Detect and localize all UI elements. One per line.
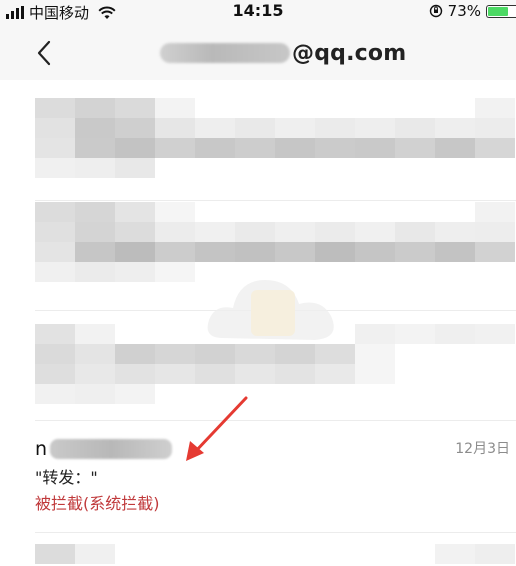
orientation-lock-icon [429,4,442,18]
page-title-domain: @qq.com [292,40,407,66]
blocked-status-label: 被拦截(系统拦截) [35,494,160,513]
chevron-left-icon [37,40,51,66]
pixelated-content [35,98,515,178]
annotation-arrow-icon [186,396,248,461]
status-bar: 中国移动 14:15 73% [0,0,516,26]
battery-icon [486,4,516,18]
redacted-sender-name [50,439,173,459]
redacted-email-local-part [160,43,290,63]
watermark-logo-icon [207,280,334,340]
mail-subject: "转发：" [35,468,98,487]
sender-line: n [35,436,173,462]
sender-name: n [35,438,48,460]
battery-percent: 73% [447,2,481,20]
divider [35,532,516,533]
page-title: @qq.com [160,36,406,70]
mail-date: 12月3日 [455,441,510,457]
divider [35,200,516,201]
pixelated-content [35,544,515,564]
status-right: 73% [429,2,516,20]
back-button[interactable] [30,38,58,68]
battery-level-fill [488,6,508,16]
list-item-redacted[interactable] [0,98,516,194]
nav-bar: @qq.com [0,26,516,80]
list-item-blocked-mail[interactable]: n 12月3日 "转发：" 被拦截(系统拦截) [0,436,516,522]
list-item-redacted[interactable] [0,544,516,566]
divider [35,420,516,421]
